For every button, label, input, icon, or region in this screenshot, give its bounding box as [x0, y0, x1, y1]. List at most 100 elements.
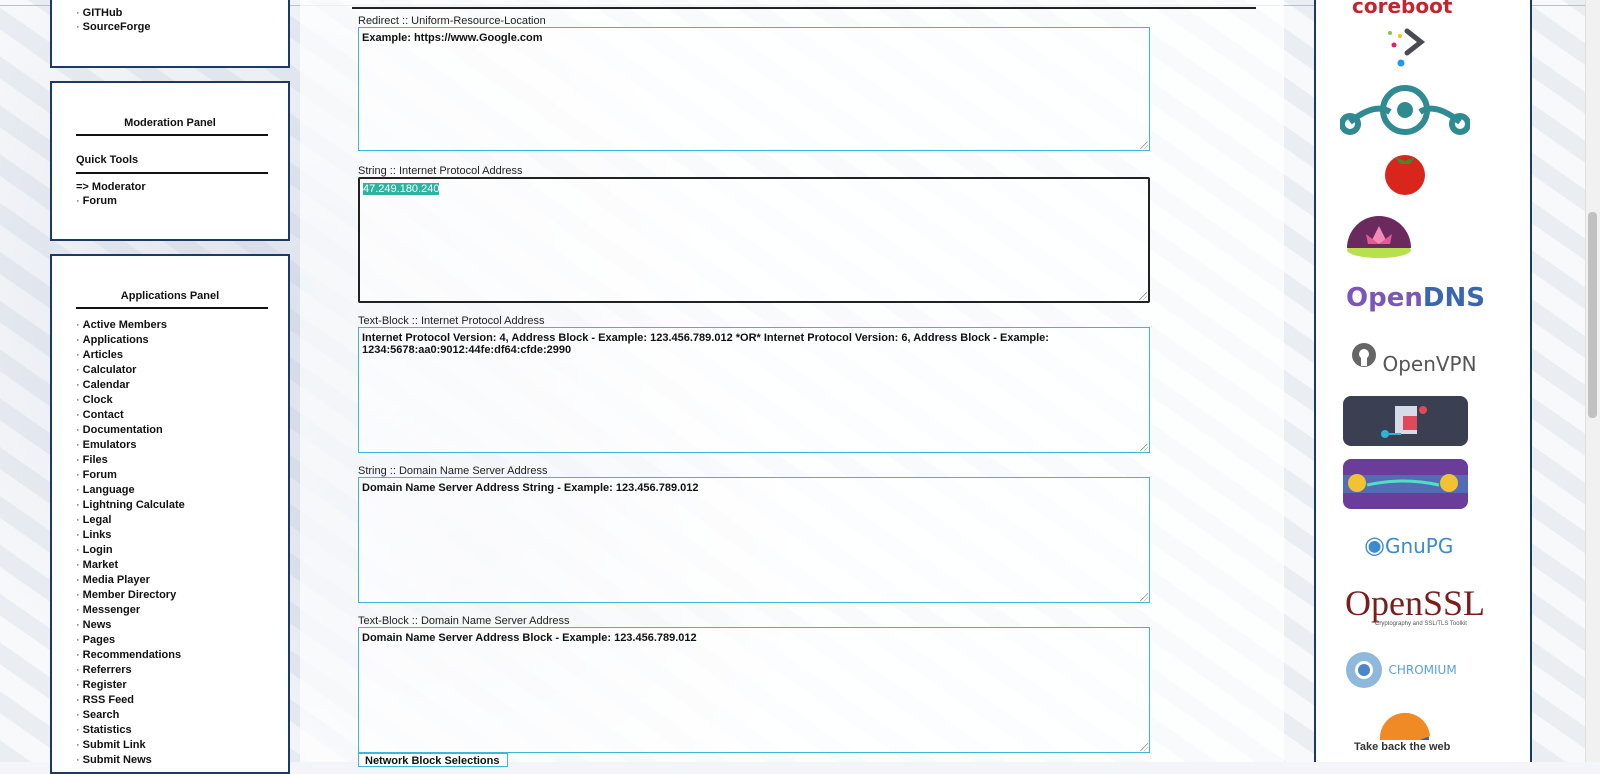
sidebar-app-member-directory[interactable]: · Member Directory [76, 588, 176, 602]
ip-block-label: Text-Block :: Internet Protocol Address [358, 315, 545, 327]
sidebar-app-lightning-calculate[interactable]: · Lightning Calculate [76, 498, 185, 512]
bullet-icon: · [76, 664, 80, 676]
sidebar-app-label: Media Player [82, 574, 150, 586]
sidebar-app-label: Links [82, 529, 112, 541]
sidebar-app-contact[interactable]: · Contact [76, 408, 124, 422]
external-links-panel: · GITHub · SourceForge [50, 0, 290, 68]
lotus-logo-icon[interactable] [1344, 210, 1414, 260]
sidebar-link-moderator[interactable]: => Moderator [76, 180, 146, 194]
sidebar-app-label: Applications [82, 334, 149, 346]
url-textarea[interactable]: Example: https://www.Google.com [358, 27, 1150, 151]
sidebar-app-rss-feed[interactable]: · RSS Feed [76, 693, 134, 707]
sidebar-app-legal[interactable]: · Legal [76, 513, 111, 527]
sidebar-app-label: Member Directory [82, 589, 177, 601]
sidebar-app-label: Recommendations [82, 649, 182, 661]
ip-selected-text: 47.249.180.240 [363, 183, 440, 195]
resize-grip-icon[interactable] [1140, 743, 1148, 751]
sidebar-app-label: Submit Link [82, 739, 146, 751]
sidebar-app-emulators[interactable]: · Emulators [76, 438, 136, 452]
sidebar-app-search[interactable]: · Search [76, 708, 119, 722]
opendns-logo[interactable]: OpenDNS [1346, 283, 1485, 313]
sidebar-app-label: Messenger [82, 604, 141, 616]
sidebar-app-media-player[interactable]: · Media Player [76, 573, 150, 587]
sidebar-app-register[interactable]: · Register [76, 678, 127, 692]
network-block-selections-button[interactable]: Network Block Selections [358, 753, 508, 767]
lineage-logo-icon[interactable] [1340, 82, 1470, 140]
sidebar-app-applications[interactable]: · Applications [76, 333, 149, 347]
sidebar-link-sourceforge[interactable]: · SourceForge [76, 20, 151, 34]
sidebar-app-clock[interactable]: · Clock [76, 393, 113, 407]
chromium-logo[interactable]: CHROMIUM [1344, 650, 1457, 690]
ip-string-label: String :: Internet Protocol Address [358, 165, 523, 177]
bullet-icon: · [76, 619, 80, 631]
scrollbar-thumb[interactable] [1588, 212, 1597, 418]
bullet-icon: · [76, 544, 80, 556]
sidebar-app-calendar[interactable]: · Calendar [76, 378, 130, 392]
dns-block-textarea[interactable]: Domain Name Server Address Block - Examp… [358, 627, 1150, 753]
sidebar-app-submit-news[interactable]: · Submit News [76, 753, 152, 767]
sidebar-link-forum[interactable]: · Forum [76, 194, 117, 208]
tomato-logo-icon[interactable] [1380, 147, 1430, 197]
firefox-icon [1379, 712, 1430, 760]
openvpn-shield-icon [1352, 343, 1376, 367]
resize-grip-icon[interactable] [1140, 593, 1148, 601]
sidebar-app-label: Pages [82, 634, 116, 646]
sidebar-app-submit-link[interactable]: · Submit Link [76, 738, 146, 752]
bullet-icon: · [76, 709, 80, 721]
sidebar-app-market[interactable]: · Market [76, 558, 118, 572]
resize-grip-icon[interactable] [1139, 292, 1147, 300]
coreboot-logo[interactable]: coreboot [1352, 0, 1452, 18]
sidebar-app-label: Contact [82, 409, 124, 421]
gnupg-logo[interactable]: ◉GnuPG [1364, 531, 1453, 559]
sidebar-app-pages[interactable]: · Pages [76, 633, 115, 647]
bullet-icon: · [76, 694, 80, 706]
openvpn-logo[interactable]: OpenVPN [1350, 342, 1477, 376]
sidebar-app-documentation[interactable]: · Documentation [76, 423, 163, 437]
openssl-logo[interactable]: OpenSSL Cryptography and SSL/TLS Toolkit [1345, 585, 1485, 627]
dns-string-textarea[interactable]: Domain Name Server Address String - Exam… [358, 477, 1150, 603]
bullet-icon: · [76, 364, 80, 376]
resize-grip-icon[interactable] [1140, 141, 1148, 149]
ip-string-textarea[interactable]: 47.249.180.240 [358, 177, 1150, 303]
sidebar-link-github[interactable]: · GITHub [76, 6, 122, 20]
bullet-icon: · [76, 589, 80, 601]
quick-tools-heading: Quick Tools [76, 154, 139, 166]
sidebar-app-label: Active Members [82, 319, 168, 331]
moderation-title-rule [76, 134, 268, 136]
sidebar-app-articles[interactable]: · Articles [76, 348, 123, 362]
prompt-logo-icon[interactable] [1385, 25, 1435, 71]
applications-panel-title: Applications Panel [120, 290, 220, 302]
sidebar-app-messenger[interactable]: · Messenger [76, 603, 140, 617]
sidebar-app-active-members[interactable]: · Active Members [76, 318, 167, 332]
sidebar-app-files[interactable]: · Files [76, 453, 108, 467]
sidebar-app-label: Articles [82, 349, 124, 361]
bullet-icon: · [76, 724, 80, 736]
bullet-icon: · [76, 409, 80, 421]
bullet-icon: · [76, 439, 80, 451]
keys-banner[interactable] [1343, 459, 1468, 509]
firefox-banner[interactable]: Take back the web [1340, 710, 1470, 760]
content-divider [352, 7, 1256, 9]
applications-panel: Applications Panel · Active Members · Appli… [50, 254, 290, 774]
sidebar-app-login[interactable]: · Login [76, 543, 113, 557]
bullet-icon: · [76, 394, 80, 406]
sidebar-app-statistics[interactable]: · Statistics [76, 723, 132, 737]
encryption-banner[interactable] [1343, 396, 1468, 446]
quick-tools-rule [76, 172, 268, 174]
sidebar-app-forum[interactable]: · Forum [76, 468, 117, 482]
sidebar-app-calculator[interactable]: · Calculator [76, 363, 136, 377]
bullet-icon: · [76, 679, 80, 691]
resize-grip-icon[interactable] [1140, 443, 1148, 451]
sidebar-app-label: Calculator [82, 364, 137, 376]
ip-block-textarea[interactable]: Internet Protocol Version: 4, Address Bl… [358, 327, 1150, 453]
sidebar-app-links[interactable]: · Links [76, 528, 111, 542]
sidebar-app-label: Referrers [82, 664, 132, 676]
sidebar-app-news[interactable]: · News [76, 618, 111, 632]
bullet-icon: · [76, 484, 80, 496]
sidebar-app-referrers[interactable]: · Referrers [76, 663, 132, 677]
sidebar-app-recommendations[interactable]: · Recommendations [76, 648, 181, 662]
sidebar-app-language[interactable]: · Language [76, 483, 135, 497]
sidebar-app-label: RSS Feed [82, 694, 135, 706]
bullet-icon: · [76, 514, 80, 526]
keys-icon [1343, 474, 1468, 493]
